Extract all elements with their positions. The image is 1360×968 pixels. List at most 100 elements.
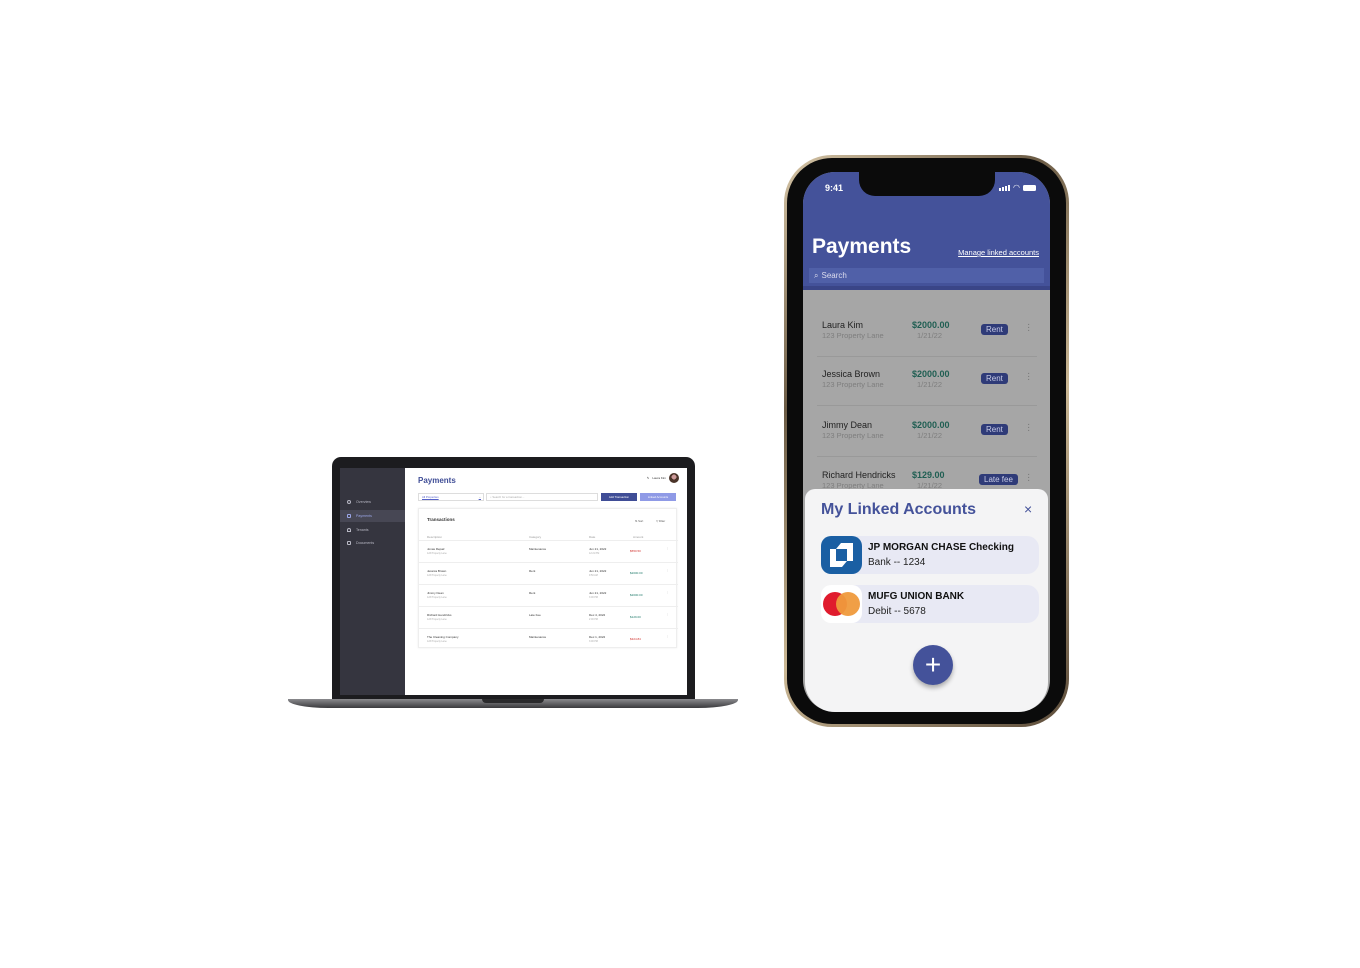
linked-account-item[interactable]: JP MORGAN CHASE Checking Bank -- 1234 <box>821 536 1039 574</box>
category-badge: Rent <box>981 324 1008 335</box>
laptop-hinge <box>482 699 544 703</box>
row-name: The Cleaning Company <box>427 635 459 639</box>
row-amount: $2000.00 <box>630 571 643 575</box>
payment-list-item[interactable]: Jessica Brown 123 Property Lane $2000.00… <box>817 356 1037 406</box>
account-name: MUFG UNION BANK <box>868 591 965 602</box>
user-menu[interactable]: ✎ Laura Kim <box>647 473 679 483</box>
user-name: Laura Kim <box>652 476 666 480</box>
tenant-name: Jimmy Dean <box>822 420 873 430</box>
property-select[interactable]: All Properties ⌄ <box>418 493 484 501</box>
mastercard-logo-icon <box>821 585 862 623</box>
search-input[interactable]: ⌕ Search <box>809 268 1044 283</box>
table-row[interactable]: Jessica Brown 123 Property Lane Rent Jun… <box>419 562 678 584</box>
payment-list-item[interactable]: Laura Kim 123 Property Lane $2000.00 1/2… <box>817 307 1037 357</box>
tenant-address: 123 Property Lane <box>822 331 884 340</box>
laptop-screen: Overview Payments Tenants Documents Paym… <box>340 468 687 695</box>
row-time: 9:50 AM <box>589 574 598 577</box>
sidebar-item-tenants[interactable]: Tenants <box>340 524 405 536</box>
more-options-icon[interactable]: · · · <box>1027 470 1030 486</box>
column-header: Amount <box>633 535 644 539</box>
payment-amount: $129.00 <box>912 470 945 480</box>
more-options-icon[interactable]: ⋮ <box>666 590 669 594</box>
tenant-name: Laura Kim <box>822 320 864 330</box>
row-address: 123 Property Lane <box>427 618 447 621</box>
row-name: Jonas Repair <box>427 547 445 551</box>
battery-icon <box>1023 185 1036 191</box>
more-options-icon[interactable]: ⋮ <box>666 546 669 550</box>
row-date: Jun 21, 2022 <box>589 591 607 595</box>
linked-account-item[interactable]: MUFG UNION BANK Debit -- 5678 <box>821 585 1039 623</box>
table-row[interactable]: Jonas Repair 123 Property Lane Maintenan… <box>419 540 678 562</box>
add-account-button[interactable]: + <box>913 645 953 685</box>
sidebar-label: Overview <box>356 500 371 504</box>
sidebar-item-payments[interactable]: Payments <box>340 510 405 522</box>
transactions-card: Transactions ⇅ Sort ▽ Filter Description… <box>418 508 678 650</box>
sidebar-label: Documents <box>356 541 375 545</box>
row-name: Jimmy Dean <box>427 591 444 595</box>
row-amount: $324.84 <box>630 637 641 641</box>
page-title: Payments <box>812 235 912 258</box>
row-address: 123 Property Lane <box>427 552 447 555</box>
status-icons: ◠ <box>999 183 1036 192</box>
sidebar-item-overview[interactable]: Overview <box>340 496 405 508</box>
row-address: 123 Property Lane <box>427 574 447 577</box>
wifi-icon: ◠ <box>1013 183 1020 192</box>
person-icon <box>347 528 351 532</box>
manage-linked-accounts-link[interactable]: Manage linked accounts <box>958 248 1039 257</box>
table-row[interactable]: Jimmy Dean 123 Property Lane Rent Jun 21… <box>419 584 678 606</box>
more-options-icon[interactable]: ⋮ <box>666 634 669 638</box>
more-options-icon[interactable]: ⋮ <box>666 612 669 616</box>
more-options-icon[interactable]: ⋮ <box>666 568 669 572</box>
sort-button[interactable]: ⇅ Sort <box>635 519 643 523</box>
overview-icon <box>347 500 351 504</box>
payment-date: 1/21/22 <box>917 331 943 340</box>
status-time: 9:41 <box>825 183 844 193</box>
filter-label: Filter <box>658 519 666 523</box>
column-header: Description <box>427 535 443 539</box>
row-amount: $2000.00 <box>630 593 643 597</box>
row-amount: $550.50 <box>630 549 641 553</box>
add-transaction-button[interactable]: Add Transaction <box>601 493 637 501</box>
row-category: Rent <box>529 569 536 573</box>
tenant-name: Richard Hendricks <box>822 470 896 480</box>
search-placeholder: Search <box>821 271 847 280</box>
chevron-down-icon: ⌄ <box>478 495 481 499</box>
row-category: Maintenance <box>529 547 547 551</box>
tenant-name: Jessica Brown <box>822 369 881 379</box>
payment-amount: $2000.00 <box>912 369 950 379</box>
sort-label: Sort <box>638 519 644 523</box>
category-badge: Late fee <box>979 474 1018 485</box>
close-icon[interactable]: × <box>1024 501 1032 517</box>
category-badge: Rent <box>981 373 1008 384</box>
table-row[interactable]: Richard Hendricks 123 Property Lane Late… <box>419 606 678 628</box>
account-number: Bank -- 1234 <box>868 557 926 568</box>
payment-list-item[interactable]: Jimmy Dean 123 Property Lane $2000.00 1/… <box>817 407 1037 457</box>
main-content: Payments ✎ Laura Kim All Properties ⌄ ⌕ Se… <box>405 468 687 695</box>
row-amount: $129.00 <box>630 615 641 619</box>
chase-logo-icon <box>821 536 862 574</box>
transaction-search-input[interactable]: ⌕ Search for a transaction... <box>486 493 598 501</box>
row-address: 123 Property Lane <box>427 640 447 643</box>
search-placeholder: Search for a transaction... <box>492 495 525 499</box>
more-options-icon[interactable]: · · · <box>1027 320 1030 336</box>
linked-accounts-button[interactable]: Linked Accounts <box>640 493 676 501</box>
account-name: JP MORGAN CHASE Checking <box>868 542 1014 553</box>
more-options-icon[interactable]: · · · <box>1027 369 1030 385</box>
row-category: Late Fee <box>529 613 541 617</box>
more-options-icon[interactable]: · · · <box>1027 420 1030 436</box>
row-category: Rent <box>529 591 536 595</box>
payment-amount: $2000.00 <box>912 420 950 430</box>
row-time: 3:00 PM <box>589 640 598 643</box>
column-header: Category <box>529 535 542 539</box>
filter-button[interactable]: ▽ Filter <box>656 519 665 523</box>
row-date: Jun 21, 2022 <box>589 547 607 551</box>
header-divider <box>803 286 1050 290</box>
page-title: Payments <box>418 476 456 485</box>
avatar <box>669 473 679 483</box>
payment-amount: $2000.00 <box>912 320 950 330</box>
tenant-address: 123 Property Lane <box>822 380 884 389</box>
edit-icon: ✎ <box>646 476 650 480</box>
sidebar-item-documents[interactable]: Documents <box>340 537 405 549</box>
row-category: Maintenance <box>529 635 547 639</box>
table-row[interactable]: The Cleaning Company 123 Property Lane M… <box>419 628 678 650</box>
